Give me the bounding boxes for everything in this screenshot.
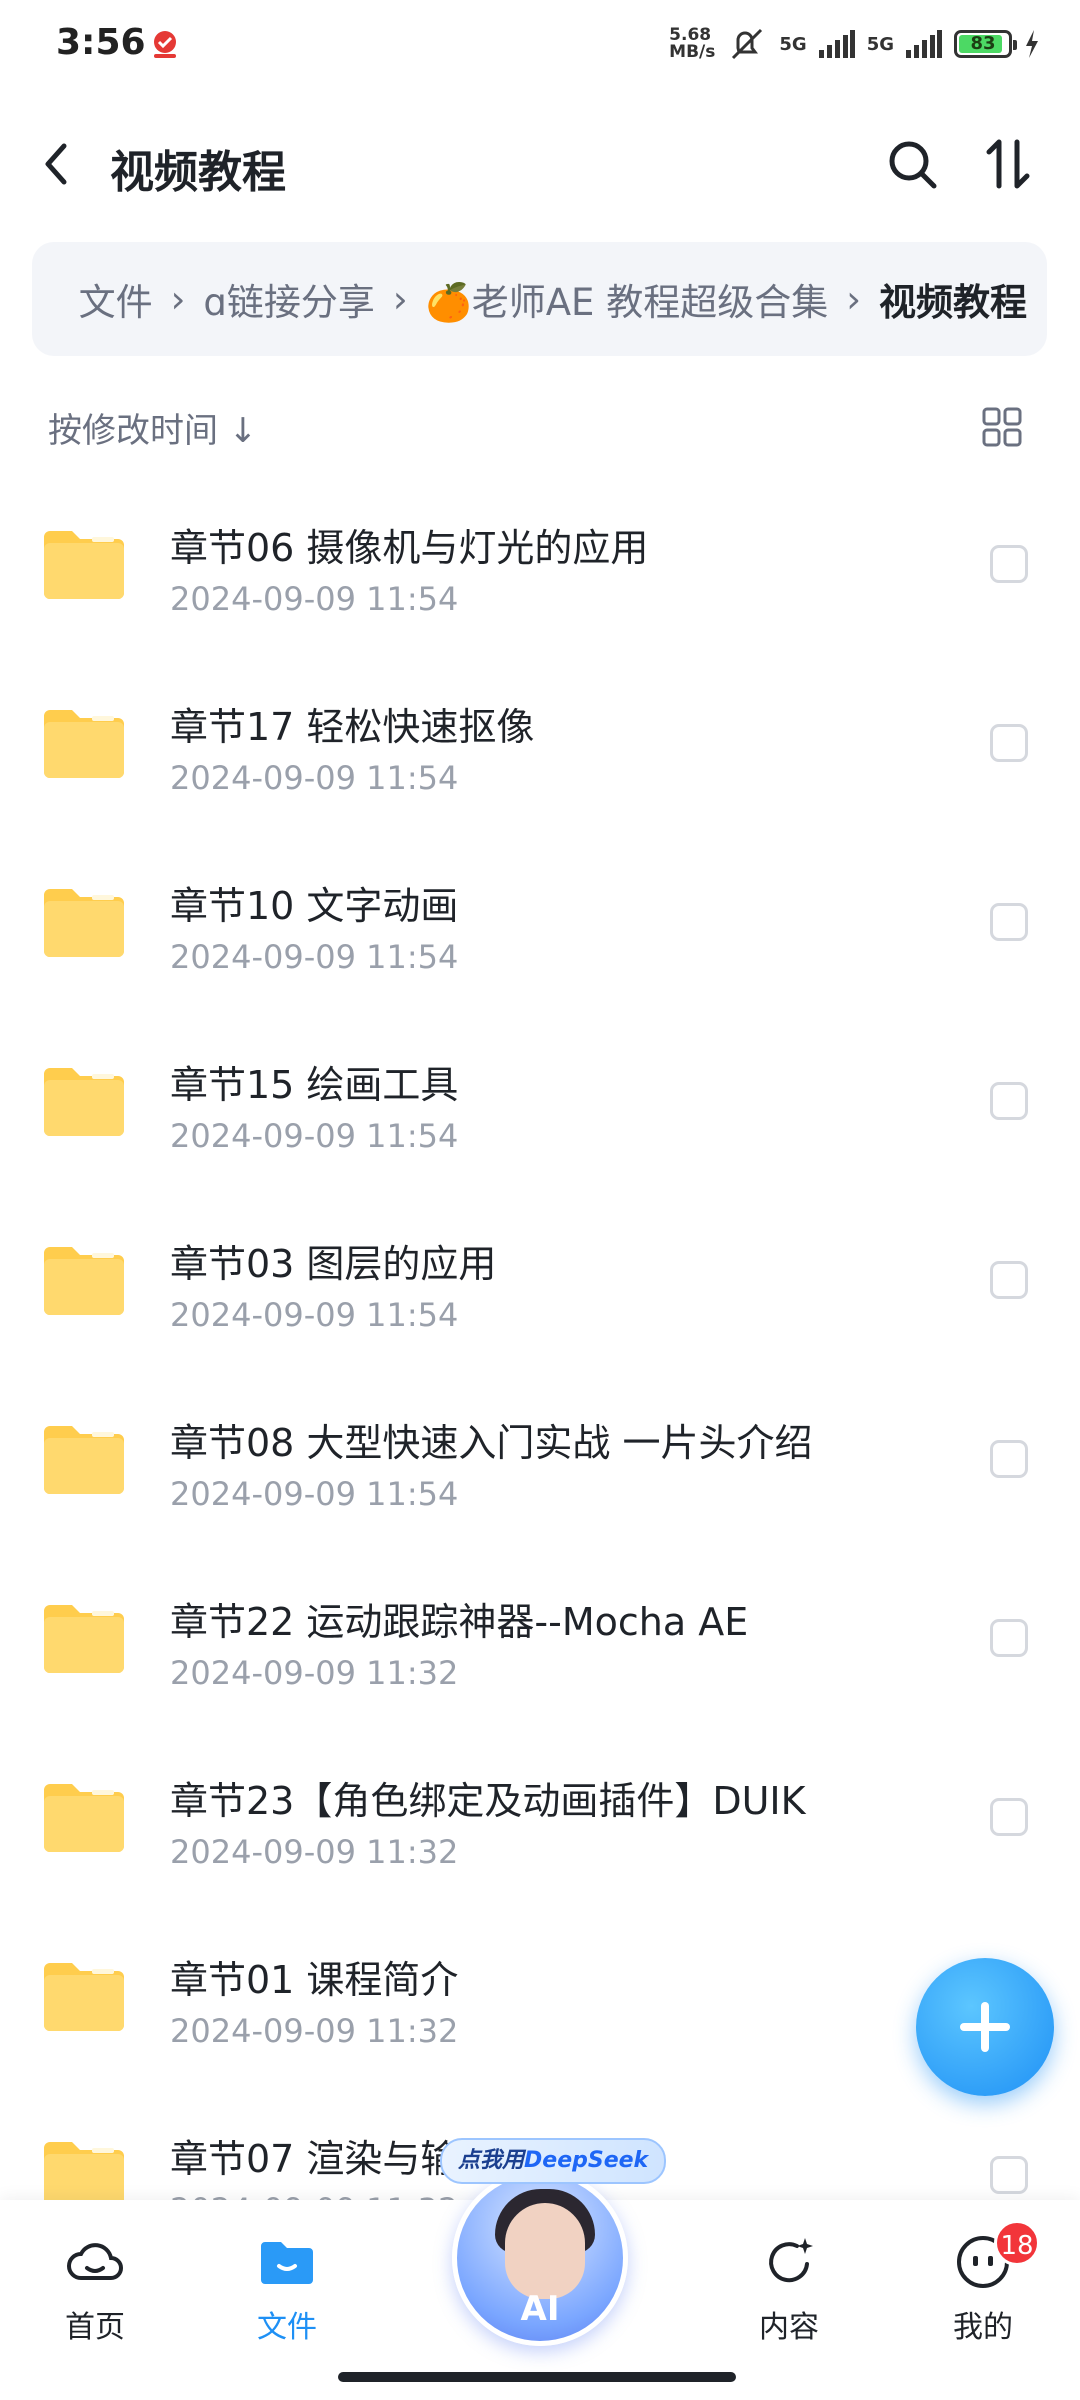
charging-icon	[1026, 30, 1038, 58]
breadcrumb-item-current: 视频教程	[879, 281, 1027, 324]
mute-icon	[732, 28, 763, 60]
list-item[interactable]: 章节23【角色绑定及动画插件】DUIK 2024-09-09 11:32	[0, 1728, 1080, 1907]
file-date: 2024-09-09 11:32	[170, 2191, 458, 2200]
file-date: 2024-09-09 11:32	[170, 2012, 459, 2050]
file-name: 章节10 文字动画	[170, 884, 459, 928]
ai-avatar: AI	[452, 2170, 628, 2346]
folder-icon	[44, 1247, 124, 1315]
page-title: 视频教程	[110, 147, 286, 198]
folder-icon	[44, 2142, 124, 2200]
select-checkbox[interactable]	[990, 545, 1028, 583]
nav-files-label: 文件	[257, 2310, 317, 2345]
file-name: 章节03 图层的应用	[170, 1242, 497, 1286]
select-checkbox[interactable]	[990, 2156, 1028, 2194]
nav-home[interactable]: 首页	[30, 2230, 160, 2350]
nav-content[interactable]: 内容	[724, 2230, 854, 2350]
select-checkbox[interactable]	[990, 724, 1028, 762]
file-name: 章节22 运动跟踪神器--Mocha AE	[170, 1600, 749, 1644]
file-name: 章节17 轻松快速抠像	[170, 705, 535, 749]
folder-icon	[44, 710, 124, 778]
chevron-left-icon[interactable]	[28, 134, 88, 194]
select-checkbox[interactable]	[990, 1798, 1028, 1836]
network-type-2: 5G	[866, 33, 894, 55]
folder-icon	[44, 1068, 124, 1136]
select-checkbox[interactable]	[990, 1619, 1028, 1657]
ai-assistant-button[interactable]: AI	[452, 2170, 628, 2346]
battery-level: 83	[970, 33, 996, 54]
speed-unit: MB/s	[669, 42, 716, 62]
sort-icon[interactable]	[975, 132, 1039, 196]
file-name: 章节23【角色绑定及动画插件】DUIK	[170, 1779, 806, 1823]
battery-icon: 83	[954, 30, 1017, 58]
breadcrumb-separator-icon: ›	[170, 277, 186, 321]
breadcrumb-item-link-share[interactable]: ɑ链接分享	[203, 272, 375, 326]
file-date: 2024-09-09 11:54	[170, 938, 459, 976]
list-item[interactable]: 章节01 课程简介 2024-09-09 11:32	[0, 1907, 1080, 2086]
signal-icon	[818, 30, 855, 58]
file-date: 2024-09-09 11:54	[170, 759, 459, 797]
file-date: 2024-09-09 11:54	[170, 580, 459, 618]
folder-icon	[44, 1426, 124, 1494]
cloud-icon	[67, 2243, 123, 2280]
ai-label: AI	[520, 2289, 560, 2329]
file-date: 2024-09-09 11:54	[170, 1475, 459, 1513]
deepseek-tag[interactable]: 点我用DeepSeek	[440, 2138, 667, 2184]
nav-me-label: 我的	[953, 2310, 1013, 2345]
status-time: 3:56	[56, 22, 146, 63]
file-list: 章节06 摄像机与灯光的应用 2024-09-09 11:54 章节17 轻松快速抠…	[0, 475, 1080, 2200]
file-name: 章节01 课程简介	[170, 1958, 459, 2002]
breadcrumb-item-ae-collection[interactable]: 🍊老师AE 教程超级合集	[426, 272, 829, 326]
list-item[interactable]: 章节17 轻松快速抠像 2024-09-09 11:54	[0, 654, 1080, 833]
nav-files[interactable]: 文件	[222, 2230, 352, 2350]
nav-me[interactable]: 18 我的	[918, 2220, 1048, 2350]
breadcrumb: 文件 › ɑ链接分享 › 🍊老师AE 教程超级合集 › 视频教程	[32, 242, 1047, 356]
select-checkbox[interactable]	[990, 903, 1028, 941]
status-bar: 3:56 5.68 MB/s 5G 5G 83	[0, 0, 1080, 90]
network-type-1: 5G	[779, 33, 807, 55]
list-item[interactable]: 章节22 运动跟踪神器--Mocha AE 2024-09-09 11:32	[0, 1549, 1080, 1728]
deepseek-tag-prefix: 点我用	[458, 2148, 525, 2173]
sort-bar: 按修改时间 ↓	[0, 395, 1080, 455]
list-item[interactable]: 章节03 图层的应用 2024-09-09 11:54	[0, 1191, 1080, 1370]
list-item[interactable]: 章节06 摄像机与灯光的应用 2024-09-09 11:54	[0, 475, 1080, 654]
file-date: 2024-09-09 11:54	[170, 1296, 459, 1334]
nav-home-label: 首页	[65, 2310, 125, 2345]
select-checkbox[interactable]	[990, 1440, 1028, 1478]
file-name: 章节08 大型快速入门实战 一片头介绍	[170, 1421, 813, 1465]
status-indicators: 5.68 MB/s 5G 5G 83	[669, 22, 1040, 66]
file-date: 2024-09-09 11:54	[170, 1117, 459, 1155]
top-bar: 视频教程	[0, 120, 1080, 210]
grid-view-icon[interactable]	[980, 405, 1024, 449]
notification-badge: 18	[994, 2220, 1040, 2266]
folder-icon	[44, 1605, 124, 1673]
list-item[interactable]: 章节08 大型快速入门实战 一片头介绍 2024-09-09 11:54	[0, 1370, 1080, 1549]
list-item[interactable]: 章节10 文字动画 2024-09-09 11:54	[0, 833, 1080, 1012]
home-indicator[interactable]	[338, 2372, 736, 2382]
folder-icon	[44, 889, 124, 957]
sort-by-modified-button[interactable]: 按修改时间 ↓	[48, 403, 257, 452]
add-button[interactable]	[916, 1958, 1054, 2096]
breadcrumb-separator-icon: ›	[392, 277, 408, 321]
folder-icon	[44, 1784, 124, 1852]
list-item[interactable]: 章节15 绘画工具 2024-09-09 11:54	[0, 1012, 1080, 1191]
folder-icon	[44, 1963, 124, 2031]
folder-icon	[44, 531, 124, 599]
select-checkbox[interactable]	[990, 1261, 1028, 1299]
network-speed: 5.68 MB/s	[669, 27, 715, 61]
breadcrumb-item-files[interactable]: 文件	[79, 272, 153, 326]
select-checkbox[interactable]	[990, 1082, 1028, 1120]
app-notification-icon	[154, 31, 176, 58]
file-date: 2024-09-09 11:32	[170, 1833, 459, 1871]
signal-icon-2	[906, 30, 942, 58]
file-name: 章节15 绘画工具	[170, 1063, 459, 1107]
nav-content-label: 内容	[759, 2310, 819, 2345]
breadcrumb-separator-icon: ›	[846, 277, 861, 321]
file-date: 2024-09-09 11:32	[170, 1654, 459, 1692]
deepseek-tag-brand: DeepSeek	[524, 2148, 649, 2173]
file-name: 章节06 摄像机与灯光的应用	[170, 526, 649, 570]
refresh-sparkle-icon	[769, 2238, 813, 2283]
folder-icon	[261, 2242, 313, 2284]
search-icon[interactable]	[880, 132, 944, 196]
